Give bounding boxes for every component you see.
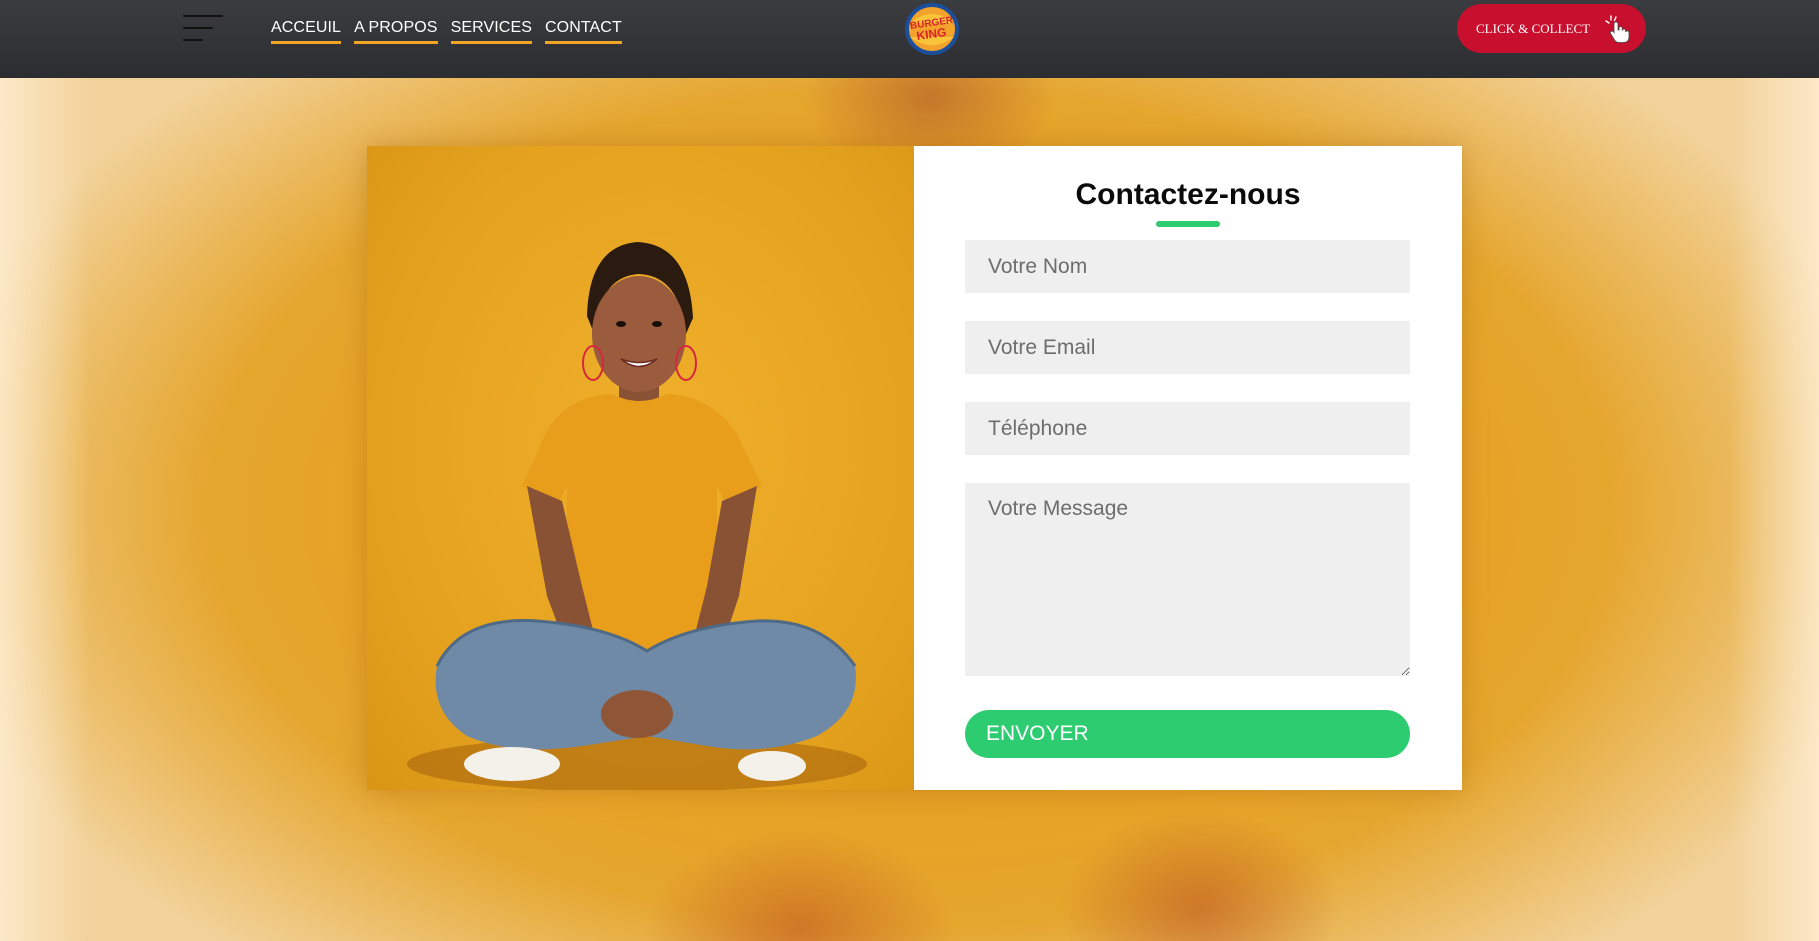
nav-link-contact[interactable]: CONTACT: [545, 19, 622, 44]
nav-link-a-propos[interactable]: A PROPOS: [354, 19, 438, 44]
submit-button[interactable]: ENVOYER: [965, 710, 1410, 758]
pointer-hand-icon: [1604, 14, 1632, 44]
phone-input[interactable]: [965, 402, 1410, 455]
main-nav: ACCEUIL A PROPOS SERVICES CONTACT: [271, 19, 622, 44]
title-underline: [1156, 221, 1220, 227]
site-header: ACCEUIL A PROPOS SERVICES CONTACT BURGER…: [0, 0, 1819, 78]
woman-sitting-photo: [367, 146, 914, 790]
contact-card: Contactez-nous ENVOYER: [367, 146, 1462, 790]
nav-link-acceuil[interactable]: ACCEUIL: [271, 19, 342, 44]
name-input[interactable]: [965, 240, 1410, 293]
nav-link-services[interactable]: SERVICES: [450, 19, 532, 44]
burger-king-logo[interactable]: BURGER KING: [903, 1, 961, 57]
message-textarea[interactable]: [965, 483, 1410, 676]
click-and-collect-label: CLICK & COLLECT: [1476, 20, 1591, 36]
hamburger-menu-icon[interactable]: [183, 12, 225, 44]
form-title: Contactez-nous: [1075, 178, 1301, 211]
click-and-collect-button[interactable]: CLICK & COLLECT: [1457, 4, 1646, 53]
contact-form: Contactez-nous ENVOYER: [914, 146, 1462, 790]
email-input[interactable]: [965, 321, 1410, 374]
